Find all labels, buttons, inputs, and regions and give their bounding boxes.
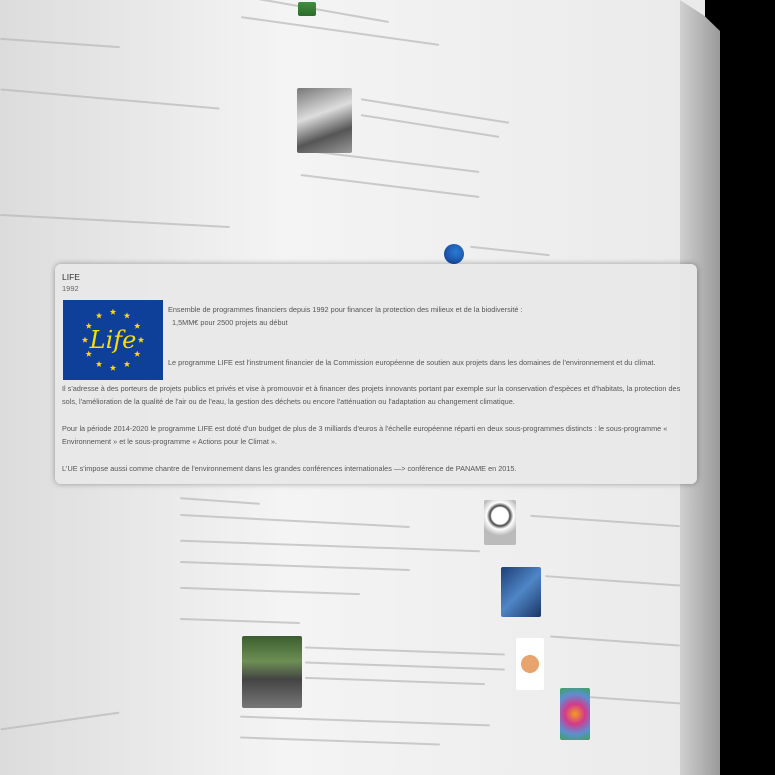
paragraph1-line2: 1,5MM€ pour 2500 projets au début [172,318,288,327]
description-paragraph-2: Le programme LIFE est l'instrument finan… [168,358,656,367]
pie-chart-thumbnail [516,638,544,690]
eu-logo-thumbnail [484,500,516,545]
event-year: 1992 [62,284,79,293]
eu-life-logo: Life [63,300,163,380]
tree-thumbnail [298,2,316,16]
description-paragraph-3: Il s'adresse à des porteurs de projets p… [62,384,681,406]
description-paragraph-5: L'UE s'impose aussi comme chantre de l'e… [62,464,517,473]
event-title: LIFE [62,272,80,282]
description-paragraph-1: Ensemble de programmes financiers depuis… [168,303,688,329]
paragraph1-line1: Ensemble de programmes financiers depuis… [168,305,523,314]
colorful-thumbnail [560,688,590,740]
globe-thumbnail [444,244,464,264]
historic-photo-thumbnail [297,88,352,153]
description-paragraph-4: Pour la période 2014-2020 le programme L… [62,424,668,446]
crowd-photo-thumbnail [242,636,302,708]
logo-lettering: Life [89,326,137,354]
blue-thumbnail [501,567,541,617]
eu-flag-icon: Life [63,300,163,380]
life-event-card[interactable]: LIFE 1992 Life Ensemble de programmes fi… [55,264,697,484]
